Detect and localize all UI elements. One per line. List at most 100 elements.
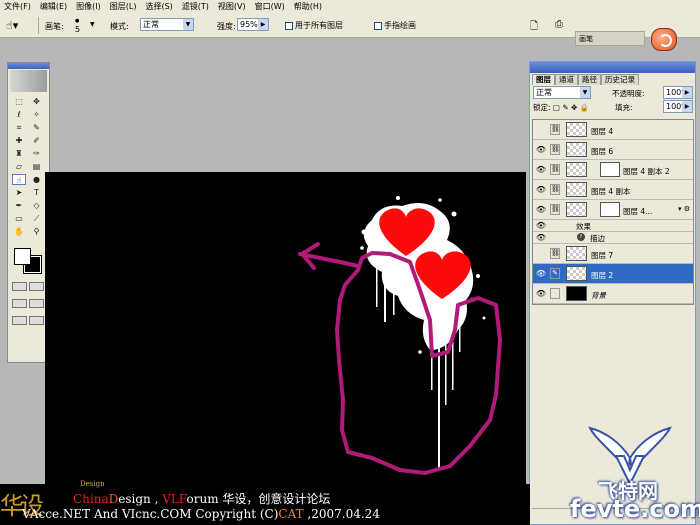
options-bar: ☝▾ 画笔: ● 5 ▼ 模式: 正常 ▼ 强度: 95% ▶ 用于所有图层 手指绘… — [0, 13, 700, 51]
layer-row[interactable]: 👁 ⛓ 图层 6 — [533, 140, 693, 160]
file-browser-icon[interactable]: 🗋 — [530, 19, 538, 36]
move-tool-icon[interactable]: ✥ — [30, 96, 44, 107]
layer-row[interactable]: 👁 f 描边 — [533, 232, 693, 244]
panel-tab[interactable]: 历史记录 — [601, 74, 639, 85]
lasso-tool-icon[interactable]: ℓ — [12, 109, 26, 120]
layer-row[interactable]: 👁 ⛓ ▾ ⚙ 图层 4... — [533, 200, 693, 220]
link-icon[interactable]: ⛓ — [550, 124, 560, 135]
layer-row[interactable]: ⛓ 图层 7 — [533, 244, 693, 264]
layer-row[interactable]: 👁 效果 — [533, 220, 693, 232]
layer-mask-thumbnail[interactable] — [600, 202, 620, 217]
screen-mode-buttons[interactable] — [8, 295, 49, 312]
crop-tool-icon[interactable]: ⌗ — [12, 122, 26, 133]
menu-item[interactable]: 滤镜(T) — [182, 1, 209, 12]
history-brush-icon[interactable]: ✑ — [30, 148, 44, 159]
blend-mode-select[interactable]: 正常 ▼ — [533, 86, 591, 99]
shape-tool-icon[interactable]: ◇ — [30, 200, 44, 211]
menu-item[interactable]: 图像(I) — [76, 1, 101, 12]
link-icon[interactable]: ⛓ — [550, 164, 560, 175]
brush-picker-arrow-icon[interactable]: ▼ — [90, 21, 95, 28]
layer-effects-icon[interactable]: ▾ ⚙ — [678, 205, 690, 213]
visibility-eye-icon[interactable] — [535, 124, 547, 135]
menu-item[interactable]: 帮助(H) — [294, 1, 322, 12]
pen-tool-icon[interactable]: ✒ — [12, 200, 26, 211]
link-icon[interactable]: ⛓ — [550, 144, 560, 155]
mask-mode-buttons[interactable] — [8, 278, 49, 295]
layer-row[interactable]: 👁 背景 — [533, 284, 693, 304]
link-icon[interactable]: ⛓ — [550, 184, 560, 195]
menu-item[interactable]: 图层(L) — [110, 1, 137, 12]
visibility-eye-icon[interactable]: 👁 — [535, 204, 547, 215]
smudge-tool-selected-icon[interactable]: ☝ — [12, 174, 26, 185]
strength-input[interactable]: 95% ▶ — [237, 18, 269, 31]
link-icon[interactable]: ⛓ — [550, 248, 560, 259]
layer-thumbnail — [566, 202, 587, 217]
link-icon[interactable]: ⛓ — [550, 204, 560, 215]
menu-item[interactable]: 选择(S) — [145, 1, 172, 12]
layer-row[interactable]: 👁 ⛓ 图层 4 副本 2 — [533, 160, 693, 180]
opacity-input[interactable]: 100% ▶ — [663, 86, 693, 99]
link-icon[interactable] — [550, 288, 560, 299]
menu-item[interactable]: 视图(V) — [218, 1, 246, 12]
layer-row[interactable]: ⛓ 图层 4 — [533, 120, 693, 140]
layer-thumbnail — [566, 122, 587, 137]
visibility-eye-icon[interactable]: 👁 — [535, 164, 547, 175]
eraser-tool-icon[interactable]: ▱ — [12, 161, 26, 172]
fill-label: 填充: — [615, 103, 633, 112]
gradient-tool-icon[interactable]: ▤ — [30, 161, 44, 172]
smudge-tool-icon[interactable]: ☝▾ — [6, 19, 18, 32]
magic-wand-icon[interactable]: ✧ — [30, 109, 44, 120]
foreground-color[interactable] — [14, 248, 31, 265]
visibility-eye-icon[interactable]: 👁 — [535, 144, 547, 155]
finger-paint-checkbox[interactable]: 手指绘画 — [374, 20, 416, 31]
document-canvas[interactable] — [45, 172, 526, 525]
visibility-eye-icon[interactable]: 👁 — [535, 288, 547, 299]
panel-tab[interactable]: 路径 — [578, 74, 601, 85]
eyedropper-icon[interactable]: ⟋ — [30, 213, 44, 224]
toolbox-titlebar[interactable] — [8, 63, 49, 69]
blend-row: 正常 ▼ 不透明度: 100% ▶ — [530, 85, 695, 99]
path-select-icon[interactable]: ➤ — [12, 187, 26, 198]
dodge-tool-icon[interactable]: ● — [30, 174, 44, 185]
color-swatches[interactable] — [8, 244, 49, 278]
credits-line-1: ChinaDesign , VLForum 华设，创意设计论坛 — [73, 492, 331, 506]
visibility-eye-icon[interactable]: 👁 — [535, 268, 547, 279]
panel-titlebar[interactable] — [530, 62, 695, 73]
notes-tool-icon[interactable]: ▭ — [12, 213, 26, 224]
opacity-label: 不透明度: — [612, 89, 645, 98]
layer-row[interactable]: 👁 ⛓ 图层 4 副本 — [533, 180, 693, 200]
palette-well[interactable]: 画笔 — [575, 31, 645, 46]
brush-size[interactable]: 5 — [75, 25, 80, 34]
sample-all-checkbox[interactable]: 用于所有图层 — [285, 20, 343, 31]
brush-tool-icon[interactable]: ✐ — [30, 135, 44, 146]
imageready-logo-icon[interactable] — [651, 28, 677, 51]
healing-brush-icon[interactable]: ✚ — [12, 135, 26, 146]
hand-tool-icon[interactable]: ✋ — [12, 226, 26, 237]
lock-label: 锁定: ▢ ✎ ✥ 🔒 — [533, 103, 590, 112]
type-tool-icon[interactable]: T — [30, 187, 44, 198]
visibility-eye-icon[interactable]: 👁 — [535, 184, 547, 195]
link-icon[interactable]: ✎ — [550, 268, 560, 279]
layers-list: ⛓ 图层 4 👁 ⛓ 图层 6 👁 ⛓ 图层 4 副本 2 👁 ⛓ 图层 4 副本 👁 ⛓ ▾ ⚙ 图层 4… — [532, 119, 694, 305]
visibility-eye-icon[interactable]: 👁 — [535, 232, 547, 243]
visibility-eye-icon[interactable] — [535, 248, 547, 259]
marquee-tool-icon[interactable]: ⬚ — [12, 96, 26, 107]
design-tag: Design — [80, 480, 105, 488]
print-icon[interactable]: ⎙ — [555, 19, 563, 30]
panel-tab[interactable]: 图层 — [532, 74, 555, 85]
menu-item[interactable]: 窗口(W) — [255, 1, 285, 12]
slice-tool-icon[interactable]: ✎ — [30, 122, 44, 133]
layer-row[interactable]: 👁 ✎ 图层 2 — [533, 264, 693, 284]
panel-tab[interactable]: 通道 — [555, 74, 578, 85]
mode-select[interactable]: 正常 ▼ — [140, 18, 194, 31]
clone-stamp-icon[interactable]: ♜ — [12, 148, 26, 159]
jump-to-buttons[interactable] — [8, 312, 49, 329]
visibility-eye-icon[interactable]: 👁 — [535, 220, 547, 231]
zoom-tool-icon[interactable]: ⚲ — [30, 226, 44, 237]
menu-item[interactable]: 编辑(E) — [40, 1, 67, 12]
brush-label: 画笔: — [45, 22, 64, 31]
layer-name: 图层 4 副本 — [591, 187, 631, 196]
layer-mask-thumbnail[interactable] — [600, 162, 620, 177]
fill-input[interactable]: 100% ▶ — [663, 100, 693, 113]
menu-item[interactable]: 文件(F) — [4, 1, 31, 12]
